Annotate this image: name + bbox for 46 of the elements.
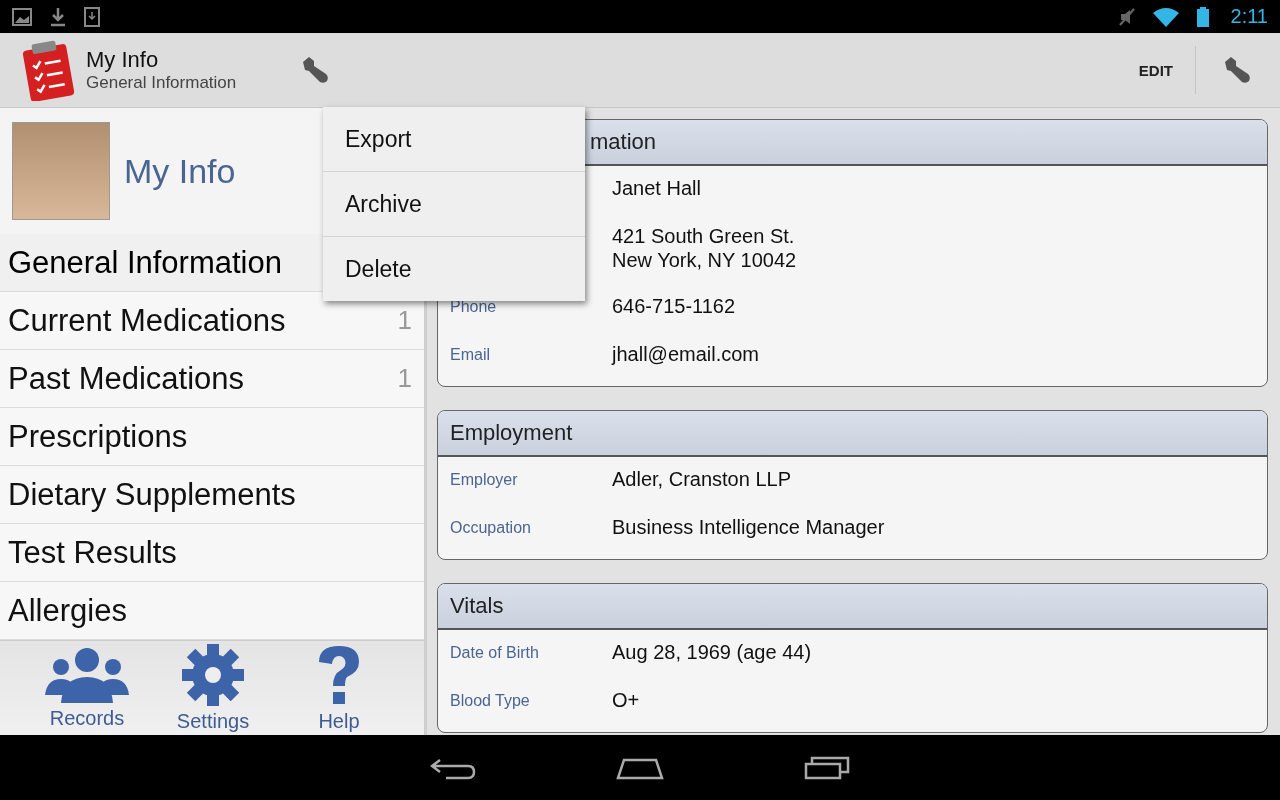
battery-icon <box>1196 6 1209 27</box>
edit-button[interactable]: EDIT <box>1116 46 1196 94</box>
sidebar-item-label: Allergies <box>8 592 127 629</box>
download-icon <box>84 6 100 27</box>
sidebar-item-label: Prescriptions <box>8 418 188 455</box>
sidebar-item-label: Test Results <box>8 534 177 571</box>
image-icon <box>12 7 32 26</box>
field-label: Date of Birth <box>450 643 540 663</box>
field-value: Janet Hall <box>612 176 701 200</box>
item-count: 1 <box>397 363 412 394</box>
menu-item[interactable]: Archive <box>323 172 585 237</box>
sidebar-item-label: Dietary Supplements <box>8 476 296 513</box>
bottom-bar-button[interactable]: Settings <box>162 643 264 733</box>
field-value: New York, NY 10042 <box>612 248 797 272</box>
item-count: 1 <box>397 305 412 336</box>
section-title: mation <box>590 129 657 155</box>
recent-apps-icon[interactable] <box>804 755 850 780</box>
menu-item[interactable]: Export <box>323 107 585 172</box>
bottom-bar-button[interactable]: Records <box>36 646 138 730</box>
app-subtitle: General Information <box>86 73 237 93</box>
section-title: Employment <box>450 420 573 446</box>
field-value: O+ <box>612 688 640 712</box>
bottom-bar-button[interactable]: Help <box>288 643 390 733</box>
field-value: Aug 28, 1969 (age 44) <box>612 640 812 664</box>
field-label: Email <box>450 345 491 365</box>
sidebar-item-label: General Information <box>8 244 282 281</box>
sidebar-item-label: Current Medications <box>8 302 286 339</box>
clock-time: 2:11 <box>1230 5 1268 28</box>
field-value: Adler, Cranston LLP <box>612 467 791 491</box>
wifi-icon <box>1152 6 1179 27</box>
people-icon <box>45 646 129 703</box>
field-label: Employer <box>450 470 519 490</box>
app-title: My Info <box>86 47 160 73</box>
clipboard-icon <box>20 39 76 101</box>
mute-icon <box>1118 7 1135 26</box>
profile-name: My Info <box>124 151 236 191</box>
download-icon <box>50 6 66 27</box>
gear-icon <box>182 643 244 706</box>
field-value: 646-715-1162 <box>612 294 736 318</box>
field-label: Blood Type <box>450 691 531 711</box>
field-label: Occupation <box>450 518 532 538</box>
field-value: Business Intelligence Manager <box>612 515 885 539</box>
field-value: jhall@email.com <box>612 342 759 366</box>
section-title: Vitals <box>450 593 504 619</box>
field-value: 421 South Green St. <box>612 224 796 248</box>
sidebar-item-label: Past Medications <box>8 360 245 397</box>
